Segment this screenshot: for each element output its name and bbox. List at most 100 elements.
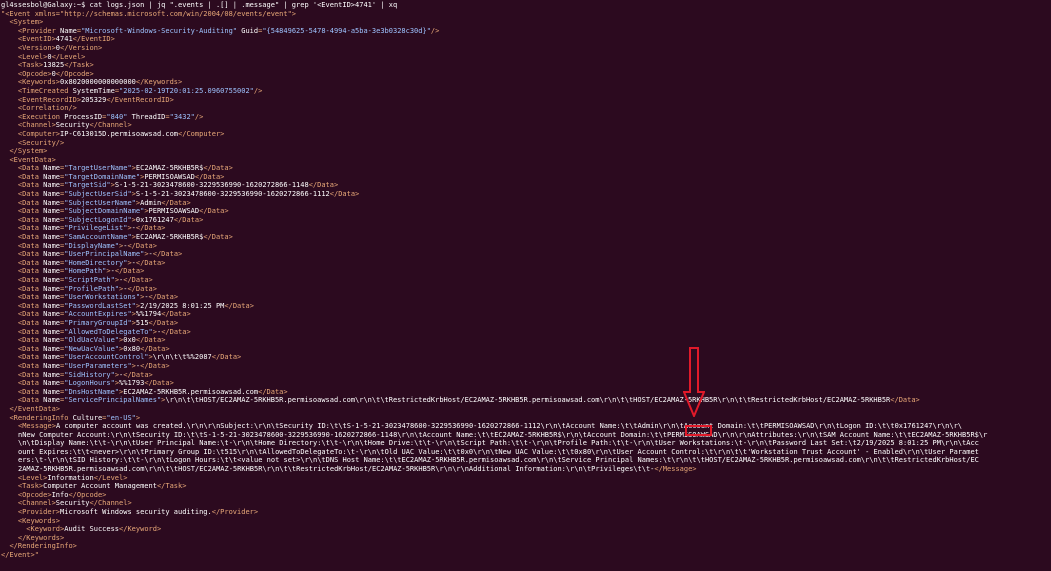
- down-arrow-annotation: [683, 347, 705, 417]
- data-row: <Data Name="SubjectDomainName">PERMISOAW…: [1, 207, 1051, 216]
- data-row: <Data Name="NewUacValue">0x80</Data>: [1, 345, 1051, 354]
- xml-tag: <Data: [17, 344, 44, 353]
- xml-attr-value: "DnsHostName": [64, 387, 120, 396]
- xml-attr-name: Name: [43, 172, 61, 181]
- xml-tag: <Data: [17, 396, 44, 405]
- xml-attr-value: "TargetUserName": [64, 164, 132, 173]
- xml-tag: <Message>: [18, 422, 56, 431]
- xml-tag: <Data: [17, 336, 44, 345]
- xml-tag: </Data>: [152, 250, 183, 259]
- xml-tag: <Data: [17, 250, 44, 259]
- xml-attr-name: Name: [43, 198, 61, 207]
- terminal-window[interactable]: gl4ssesbol@Galaxy:~$ cat logs.json | jq …: [0, 0, 1051, 571]
- xml-tag: />: [253, 86, 263, 95]
- xml-tag: <Data: [17, 301, 44, 310]
- xml-tag: <Data: [17, 353, 44, 362]
- xml-attr-name: Name: [43, 181, 61, 190]
- xml-tag: <TimeCreated: [17, 86, 73, 95]
- message-text: \n\tDisplay Name:\t\t-\r\n\tUser Princip…: [18, 439, 979, 448]
- xml-attr-name: Name: [43, 327, 61, 336]
- correlation-line: <Correlation/>: [1, 104, 1051, 113]
- render-task-line: <Task>Computer Account Management</Task>: [1, 482, 1051, 491]
- xml-tag: <Data: [17, 190, 44, 199]
- xml-tag: <Data: [17, 387, 44, 396]
- xml-attr-name: Name: [43, 190, 61, 199]
- xml-tag: <Data: [17, 310, 44, 319]
- rendering-close: </RenderingInfo>: [1, 542, 1051, 551]
- xml-tag: <Data: [17, 293, 44, 302]
- xml-tag: </Data>: [148, 293, 179, 302]
- xml-attr-value: "TargetDomainName": [64, 172, 141, 181]
- xml-tag: </Data>: [127, 284, 157, 293]
- message-line: \n\tDisplay Name:\t\t-\r\n\tUser Princip…: [18, 439, 1051, 448]
- event-open-tag: "<Event xmlns="http://schemas.microsoft.…: [1, 9, 297, 18]
- data-row: <Data Name="UserAccountControl">\r\n\t\t…: [1, 353, 1051, 362]
- data-row: <Data Name="PasswordLastSet">2/19/2025 8…: [1, 302, 1051, 311]
- xml-tag: <EventID>: [17, 35, 56, 44]
- xml-attr-value: "NewUacValue": [64, 344, 120, 353]
- xml-tag: </Data>: [161, 327, 191, 336]
- xml-attr-value: "SubjectUserSid": [64, 190, 132, 199]
- xml-output-tail: <Level>Information</Level> <Task>Compute…: [1, 474, 1051, 560]
- xml-text: IP-C613015D.permisoawsad.com: [60, 129, 179, 138]
- xml-attr-value: "3432": [169, 112, 195, 121]
- xml-tag: </Provider>: [211, 508, 259, 517]
- xml-attr-value: "SubjectDomainName": [64, 207, 145, 216]
- data-row: <Data Name="SidHistory">-</Data>: [1, 371, 1051, 380]
- xml-attr-value: "AccountExpires": [64, 310, 132, 319]
- xml-text: 0x1761247: [135, 215, 174, 224]
- xml-attr-value: "2025-02-19T20:01:25.0960755002": [119, 86, 254, 95]
- xml-attr-name: Name: [43, 276, 61, 284]
- xml-tag: <Data: [17, 215, 44, 224]
- xml-tag: <Data: [17, 164, 44, 173]
- xml-text: EC2AMAZ-5RKHB5R$: [135, 164, 204, 173]
- rendering-open: <RenderingInfo Culture="en-US">: [1, 414, 1051, 423]
- message-text: ers:\t-\r\n\tSID History:\t\t-\r\n\tLogo…: [18, 456, 979, 465]
- keywords-line: <Keywords>0x8020000000000000</Keywords>: [1, 78, 1051, 87]
- xml-attr-name: Name: [43, 387, 61, 396]
- xml-attr-name: ThreadID: [131, 112, 166, 121]
- data-row: <Data Name="UserPrincipalName">-</Data>: [1, 250, 1051, 259]
- xml-attr-name: Name: [43, 336, 61, 345]
- xml-text: Security: [55, 499, 90, 508]
- xml-tag: <Security/>: [17, 138, 65, 147]
- record-id-line: <EventRecordID>205329</EventRecordID>: [1, 96, 1051, 105]
- xml-attr-value: "ProfilePath": [64, 284, 120, 293]
- eventdata-open: <EventData>: [1, 156, 1051, 165]
- xml-attr-name: Name: [43, 207, 61, 216]
- xml-tag: </Data>: [194, 172, 225, 181]
- xml-tag: </Data>: [148, 318, 179, 327]
- render-channel-line: <Channel>Security</Channel>: [1, 499, 1051, 508]
- time-created-line: <TimeCreated SystemTime="2025-02-19T20:0…: [1, 87, 1051, 96]
- xml-tag: <Data: [17, 207, 44, 216]
- xml-tag: >: [135, 413, 141, 422]
- xml-tag: <Data: [17, 318, 44, 327]
- xml-text: Audit Success: [64, 525, 120, 534]
- xml-attr-value: "OldUacValue": [64, 336, 120, 345]
- xml-text: Information: [47, 473, 94, 482]
- xml-tag: </Data>: [308, 181, 339, 190]
- xml-text: Microsoft Windows security auditing.: [60, 508, 212, 517]
- xml-tag: </RenderingInfo>: [9, 542, 77, 551]
- xml-text: Computer Account Management: [43, 482, 157, 491]
- xml-tag: </Version>: [60, 43, 103, 52]
